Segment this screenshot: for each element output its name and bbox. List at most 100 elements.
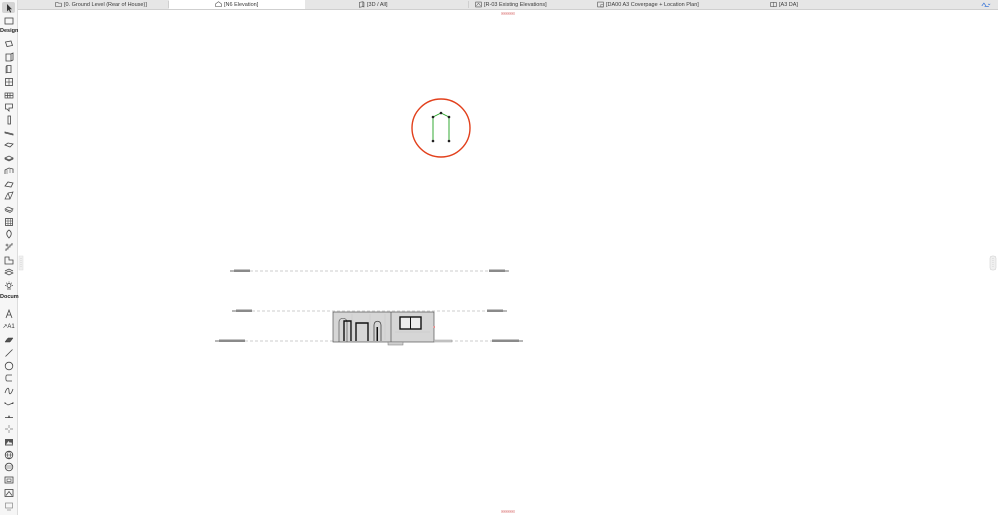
hotspot-icon xyxy=(4,424,13,433)
camera-icon xyxy=(4,462,13,471)
mesh-tool[interactable] xyxy=(2,216,15,227)
drawing-tool[interactable] xyxy=(2,436,15,447)
story-level-line-top[interactable] xyxy=(230,269,509,273)
globe-icon xyxy=(4,450,13,459)
change-marker-tool[interactable] xyxy=(2,500,15,511)
design-section-label: Design xyxy=(0,28,19,34)
slab-icon xyxy=(3,142,14,147)
marquee-tool[interactable] xyxy=(2,15,15,26)
dimension-tool[interactable] xyxy=(2,398,15,409)
shell-tool[interactable] xyxy=(2,165,15,176)
elevation-canvas[interactable] xyxy=(18,10,998,515)
terrain-tool[interactable] xyxy=(2,266,15,277)
skylight-tool[interactable] xyxy=(2,178,15,189)
circle-tool[interactable] xyxy=(2,360,15,371)
tab-a3-da[interactable]: [A3 DA] xyxy=(770,0,850,9)
label-tool[interactable]: ↗ A1 xyxy=(2,321,15,332)
text-tool[interactable] xyxy=(2,308,15,319)
tab-n6-elevation[interactable]: [N6 Elevation] xyxy=(169,0,305,9)
arrow-pointer-icon xyxy=(6,3,12,12)
grid-element-tool[interactable] xyxy=(2,449,15,460)
line-tool[interactable] xyxy=(2,347,15,358)
door-tool[interactable] xyxy=(2,51,15,62)
tab-label: [A3 DA] xyxy=(779,1,798,8)
slab-tool[interactable] xyxy=(2,139,15,150)
sun-icon xyxy=(4,281,13,289)
lamp-tool[interactable] xyxy=(2,241,15,252)
beam-tool[interactable] xyxy=(2,127,15,138)
elevation-drawing xyxy=(18,12,997,513)
tab-da00-coverpage[interactable]: [DA00 A3 Coverpage + Location Plan] xyxy=(597,0,765,9)
tab-list-dropdown[interactable] xyxy=(976,0,998,9)
column-tool[interactable] xyxy=(2,114,15,125)
spline-icon xyxy=(4,387,13,394)
tab-label: [DA00 A3 Coverpage + Location Plan] xyxy=(606,1,699,8)
figure-tool[interactable] xyxy=(2,474,15,485)
layout-icon xyxy=(597,1,604,8)
roof-tool[interactable] xyxy=(2,152,15,163)
selected-door-element[interactable] xyxy=(431,111,451,143)
change-marker-icon xyxy=(4,502,13,510)
light-tool[interactable] xyxy=(2,279,15,290)
document-section-label: Docum xyxy=(0,294,19,300)
door-icon xyxy=(5,51,13,61)
tab-label: [R-03 Existing Elevations] xyxy=(484,1,547,8)
tab-dropdown-icon xyxy=(981,2,991,7)
roof-icon xyxy=(3,155,14,161)
highlight-marker xyxy=(411,98,471,158)
morph-tool[interactable] xyxy=(2,190,15,201)
stair-icon xyxy=(4,92,13,98)
toolbox-panel: Design Docum ↗ A1 xyxy=(0,0,19,515)
polyline-icon xyxy=(4,374,12,381)
level-dimension-tool[interactable] xyxy=(2,410,15,421)
column-icon xyxy=(7,115,11,124)
tab-label: [N6 Elevation] xyxy=(224,1,259,8)
level-dimension-icon xyxy=(4,414,13,418)
top-edge-handle[interactable] xyxy=(501,12,515,15)
tab-label: [3D / All] xyxy=(367,1,388,8)
equipment-tool[interactable] xyxy=(2,254,15,265)
object-icon xyxy=(4,103,13,112)
fill-tool[interactable] xyxy=(2,334,15,345)
line-icon xyxy=(4,348,13,357)
3d-icon xyxy=(359,1,365,8)
wall-icon xyxy=(4,40,13,47)
text-icon xyxy=(5,308,12,318)
skylight-icon xyxy=(3,181,14,187)
story-level-line-middle[interactable] xyxy=(232,309,507,313)
right-edge-handle[interactable] xyxy=(989,255,997,271)
building-elevation[interactable] xyxy=(332,311,453,346)
zone-icon xyxy=(5,229,12,239)
zone-tool[interactable] xyxy=(2,228,15,239)
railing-tool[interactable] xyxy=(2,203,15,214)
spline-tool[interactable] xyxy=(2,385,15,396)
book-icon xyxy=(770,2,777,7)
figure-icon xyxy=(4,476,13,483)
view-tab-bar: [0. Ground Level (Rear of House)] [N6 El… xyxy=(0,0,998,10)
left-edge-handle[interactable] xyxy=(18,255,24,271)
camera-tool[interactable] xyxy=(2,461,15,472)
wall-tool[interactable] xyxy=(2,38,15,49)
bottom-edge-handle[interactable] xyxy=(501,510,515,513)
beam-icon xyxy=(4,130,13,136)
morph-icon xyxy=(3,191,14,199)
tab-3d-all[interactable]: [3D / All] xyxy=(358,0,468,9)
circle-icon xyxy=(4,361,13,370)
polyline-tool[interactable] xyxy=(2,372,15,383)
tab-ground-level[interactable]: [0. Ground Level (Rear of House)] xyxy=(55,0,167,9)
stair-tool[interactable] xyxy=(2,89,15,100)
tab-r03-existing-elevations[interactable]: [R-03 Existing Elevations] xyxy=(475,0,595,9)
image-icon xyxy=(4,488,13,497)
railing-icon xyxy=(3,206,14,213)
window-tool[interactable] xyxy=(2,63,15,74)
curtain-wall-tool[interactable] xyxy=(2,76,15,87)
person-stair-icon xyxy=(5,242,12,251)
tab-label: [0. Ground Level (Rear of House)] xyxy=(64,1,147,8)
object-tool[interactable] xyxy=(2,101,15,112)
shell-icon xyxy=(4,167,13,174)
window-icon xyxy=(5,64,11,73)
hotspot-tool[interactable] xyxy=(2,423,15,434)
curtain-wall-icon xyxy=(4,77,13,86)
image-tool[interactable] xyxy=(2,487,15,498)
arrow-tool[interactable] xyxy=(2,2,15,13)
